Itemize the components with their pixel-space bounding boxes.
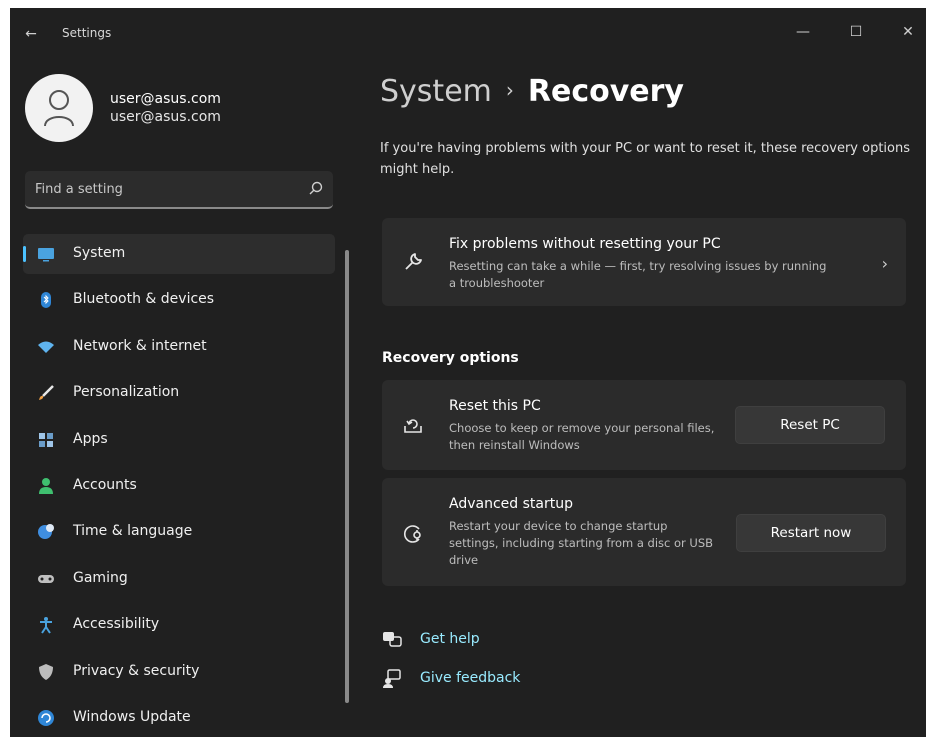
wrench-icon [405,253,422,270]
maximize-button[interactable]: ☐ [833,16,879,48]
sidebar-item-label: Windows Update [73,708,191,725]
user-name: user@asus.com [110,91,221,107]
page-title: Recovery [527,74,684,109]
sidebar-item-personalization[interactable]: Personalization [23,373,335,413]
sidebar-item-bluetooth[interactable]: Bluetooth & devices [23,280,335,320]
sidebar-item-accounts[interactable]: Accounts [23,466,335,506]
sidebar-item-apps[interactable]: Apps [23,420,335,460]
bluetooth-icon [41,292,51,309]
update-icon [38,709,54,726]
user-icon [44,90,74,127]
sidebar-item-time-language[interactable]: Time & language [23,512,335,552]
advanced-startup-title: Advanced startup [449,496,573,512]
reset-pc-icon [404,419,422,433]
sidebar-scrollbar[interactable] [345,250,349,703]
advanced-startup-card: Advanced startup Restart your device to … [382,478,906,586]
gamepad-icon [38,574,54,583]
breadcrumb-parent[interactable]: System [380,74,492,109]
sidebar-item-privacy-security[interactable]: Privacy & security [23,652,335,692]
sidebar-item-label: Bluetooth & devices [73,291,215,308]
app-title: Settings [62,26,112,40]
sidebar-item-system[interactable]: System [23,234,335,274]
give-feedback-label[interactable]: Give feedback [420,670,520,686]
sidebar-item-label: Network & internet [73,337,207,354]
get-help-label[interactable]: Get help [420,631,480,647]
reset-pc-card: Reset this PC Choose to keep or remove y… [382,380,906,470]
apps-icon [39,432,53,447]
breadcrumb: System › Recovery [380,74,684,109]
advanced-startup-icon [404,525,421,543]
sidebar-item-label: Gaming [73,569,128,586]
globe-clock-icon [38,524,54,540]
sidebar-item-label: Accessibility [73,616,160,633]
fix-problems-card[interactable]: Fix problems without resetting your PC R… [382,218,906,306]
user-email: user@asus.com [110,109,221,125]
help-chat-icon [383,632,402,647]
sidebar-item-label: Privacy & security [73,662,200,679]
person-icon [39,477,53,494]
shield-icon [39,663,53,680]
sidebar-item-network[interactable]: Network & internet [23,327,335,367]
back-arrow-icon[interactable]: ← [20,24,42,44]
chevron-right-icon: › [881,254,888,273]
sidebar-item-label: Accounts [73,476,137,493]
avatar[interactable] [25,74,93,142]
search-box[interactable] [25,171,333,209]
advanced-startup-desc: Restart your device to change startup se… [449,519,714,567]
wifi-icon [38,341,54,353]
search-icon[interactable] [309,181,323,195]
accessibility-icon [40,617,52,634]
sidebar-item-label: Apps [73,430,108,447]
breadcrumb-separator: › [505,78,514,102]
sidebar-nav: System Bluetooth & devices Network & int… [23,234,335,737]
reset-pc-title: Reset this PC [449,398,541,414]
sidebar-item-label: System [73,245,126,261]
restart-now-button[interactable]: Restart now [736,514,886,552]
fix-problems-title: Fix problems without resetting your PC [449,236,721,252]
close-button[interactable]: ✕ [885,16,926,48]
intro-text: If you're having problems with your PC o… [380,141,910,177]
sidebar-item-label: Time & language [73,523,193,540]
sidebar-item-windows-update[interactable]: Windows Update [23,698,335,737]
reset-pc-button[interactable]: Reset PC [735,406,885,444]
search-input[interactable] [35,179,295,199]
fix-problems-desc: Resetting can take a while — first, try … [449,259,827,290]
feedback-icon [383,669,401,688]
display-icon [38,248,54,262]
sidebar-item-label: Personalization [73,384,180,401]
sidebar-item-gaming[interactable]: Gaming [23,559,335,599]
brush-icon [39,385,54,401]
sidebar-item-accessibility[interactable]: Accessibility [23,605,335,645]
title-bar: ← Settings — ☐ ✕ [10,8,926,58]
recovery-options-heading: Recovery options [382,350,519,366]
minimize-button[interactable]: — [780,16,826,48]
settings-window: ← Settings — ☐ ✕ user@asus.com user@asus… [10,8,926,737]
reset-pc-desc: Choose to keep or remove your personal f… [449,421,715,452]
